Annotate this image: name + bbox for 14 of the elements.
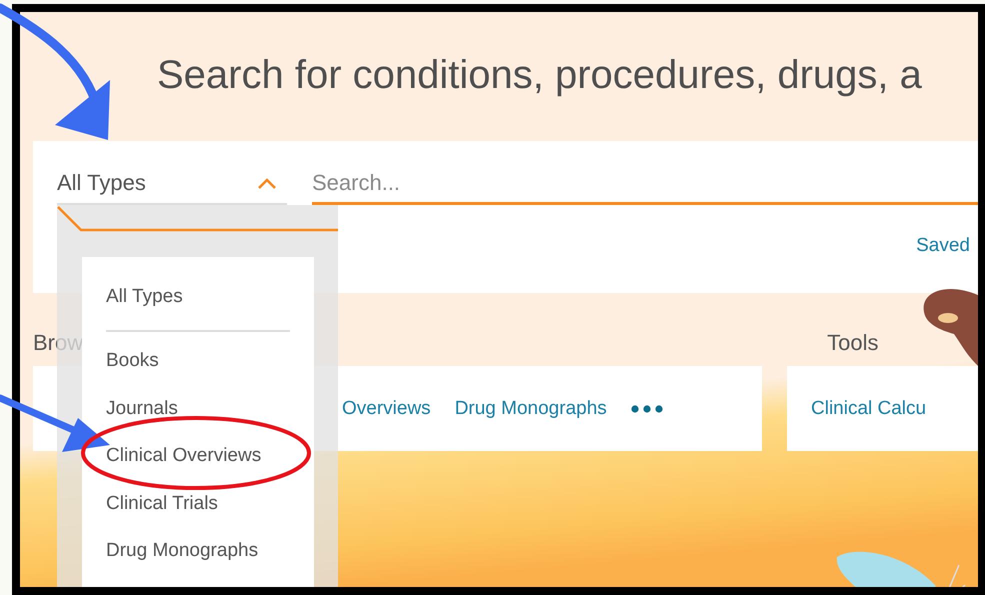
section-heading: Tools (827, 330, 878, 356)
chevron-icon (257, 177, 277, 189)
browse-link[interactable]: Drug Monographs (454, 398, 607, 420)
search-field[interactable]: Search... (312, 163, 978, 205)
dropdown-option[interactable]: All Types (106, 274, 290, 330)
browse-link[interactable]: Overviews (342, 398, 431, 420)
dropdown-option[interactable]: Drug Monographs (106, 527, 290, 574)
dropdown-option[interactable]: Books (106, 337, 290, 384)
tool-link[interactable]: Clinical Calcu (811, 398, 926, 420)
more-icon[interactable] (630, 404, 663, 412)
dropdown-option[interactable]: Journals (106, 384, 290, 432)
dropdown-option[interactable]: Clinical Trials (106, 480, 290, 527)
saved-link[interactable]: Saved (916, 235, 978, 257)
page-heading: Search for conditions, procedures, drugs, a (157, 53, 922, 99)
